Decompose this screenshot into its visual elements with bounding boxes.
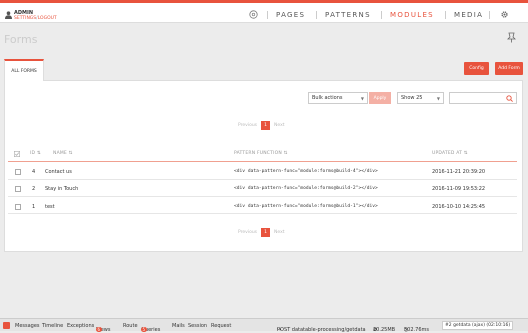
ajax-request-select[interactable]: #2 getdata (ajax) (02:10:16) bbox=[442, 321, 514, 330]
chevron-down-icon: ▼ bbox=[436, 96, 440, 101]
page-title: Forms bbox=[4, 33, 38, 46]
search-input[interactable] bbox=[449, 92, 504, 104]
check-icon bbox=[14, 151, 21, 158]
top-navigation-bar: ADMIN SETTINGS/LOGOUT PAGES PATTERNS MOD… bbox=[0, 3, 528, 23]
row-checkbox[interactable] bbox=[15, 169, 21, 175]
nav-separator bbox=[489, 11, 490, 19]
memory-text: 20.25MB bbox=[373, 327, 396, 333]
sort-icon: ⇅ bbox=[68, 151, 73, 156]
account-links: SETTINGS/LOGOUT bbox=[14, 16, 57, 21]
nav-media[interactable]: MEDIA bbox=[454, 11, 483, 19]
settings-link[interactable]: SETTINGS bbox=[14, 16, 36, 21]
updated-header-label: UPDATED AT bbox=[432, 151, 463, 156]
debug-tab-mails[interactable]: Mails bbox=[172, 323, 185, 329]
next-page-link[interactable]: Next bbox=[274, 230, 284, 235]
row-pattern-function: <div data-pattern-func="module:forms@bui… bbox=[234, 186, 378, 191]
row-pattern-function: <div data-pattern-func="module:forms@bui… bbox=[234, 169, 378, 174]
nav-separator bbox=[267, 11, 268, 19]
nav-modules[interactable]: MODULES bbox=[390, 11, 434, 19]
debug-tab-session[interactable]: Session bbox=[188, 323, 207, 329]
debug-bar: Messages Timeline Exceptions Views 6 Rou… bbox=[0, 318, 528, 333]
nav-separator bbox=[381, 11, 382, 19]
page-1-button[interactable]: 1 bbox=[261, 228, 271, 237]
search-icon bbox=[506, 95, 513, 102]
pattern-header-label: PATTERN FUNCTION bbox=[234, 151, 282, 156]
page-size-value: Show 25 bbox=[401, 95, 423, 101]
user-icon bbox=[5, 11, 12, 19]
sort-icon: ⇅ bbox=[283, 151, 288, 156]
row-updated-at: 2016-11-21 20:39:20 bbox=[432, 169, 486, 175]
forms-panel bbox=[4, 80, 523, 252]
row-name: Stay in Touch bbox=[45, 186, 79, 192]
page-1-button[interactable]: 1 bbox=[261, 121, 271, 130]
search-button[interactable] bbox=[503, 92, 517, 104]
page-size-select[interactable]: Show 25 ▼ bbox=[397, 92, 444, 104]
debugbar-logo-icon[interactable] bbox=[3, 322, 10, 329]
debug-tab-timeline[interactable]: Timeline bbox=[42, 323, 63, 329]
config-button[interactable]: Config bbox=[464, 62, 489, 75]
column-header-name[interactable]: NAME ⇅ bbox=[53, 151, 73, 156]
header-divider bbox=[8, 161, 517, 162]
row-divider bbox=[8, 179, 517, 180]
column-header-updated-at[interactable]: UPDATED AT ⇅ bbox=[432, 151, 468, 156]
nav-pages[interactable]: PAGES bbox=[276, 11, 305, 19]
row-checkbox[interactable] bbox=[15, 204, 21, 210]
column-header-pattern-function[interactable]: PATTERN FUNCTION ⇅ bbox=[234, 151, 288, 156]
debug-tab-route[interactable]: Route bbox=[123, 323, 138, 329]
row-id: 2 bbox=[32, 186, 36, 192]
time-text: 502.76ms bbox=[404, 327, 429, 333]
pagination-bottom: Previous 1 Next bbox=[238, 228, 285, 237]
row-checkbox[interactable] bbox=[15, 186, 21, 192]
queries-count-badge: 5 bbox=[141, 327, 147, 332]
row-pattern-function: <div data-pattern-func="module:forms@bui… bbox=[234, 204, 378, 209]
logout-link[interactable]: LOGOUT bbox=[38, 16, 57, 21]
row-updated-at: 2016-10-10 14:25:45 bbox=[432, 204, 486, 210]
bulk-actions-select[interactable]: Bulk actions ▼ bbox=[308, 92, 368, 104]
pagination-top: Previous 1 Next bbox=[238, 121, 285, 130]
sort-icon: ⇅ bbox=[463, 151, 468, 156]
row-updated-at: 2016-11-09 19:53:22 bbox=[432, 186, 486, 192]
column-header-id[interactable]: ID ⇅ bbox=[30, 151, 41, 156]
id-header-label: ID bbox=[30, 151, 36, 156]
previous-page-link[interactable]: Previous bbox=[238, 123, 257, 128]
add-form-button[interactable]: Add Form bbox=[495, 62, 523, 75]
row-id: 1 bbox=[32, 204, 36, 210]
previous-page-link[interactable]: Previous bbox=[238, 230, 257, 235]
name-header-label: NAME bbox=[53, 151, 67, 156]
gear-icon[interactable] bbox=[500, 10, 509, 19]
row-divider bbox=[8, 196, 517, 197]
tab-all-forms[interactable]: ALL FORMS bbox=[4, 59, 44, 81]
debug-tab-exceptions[interactable]: Exceptions bbox=[67, 323, 94, 329]
chevron-down-icon: ▼ bbox=[360, 96, 364, 101]
dashboard-icon[interactable] bbox=[249, 10, 258, 19]
nav-patterns[interactable]: PATTERNS bbox=[325, 11, 371, 19]
request-info-text: POST datatable-processing/getdata bbox=[277, 327, 366, 333]
row-name: Contact us bbox=[45, 169, 72, 175]
debug-tab-request[interactable]: Request bbox=[211, 323, 231, 329]
nav-separator bbox=[316, 11, 317, 19]
views-count-badge: 6 bbox=[96, 327, 102, 332]
nav-separator bbox=[445, 11, 446, 19]
row-id: 4 bbox=[32, 169, 36, 175]
pin-icon[interactable] bbox=[507, 32, 516, 43]
sort-icon: ⇅ bbox=[36, 151, 41, 156]
select-all-checkbox[interactable] bbox=[14, 151, 21, 159]
next-page-link[interactable]: Next bbox=[274, 123, 284, 128]
row-name: test bbox=[45, 204, 55, 210]
row-divider bbox=[8, 213, 517, 214]
apply-button[interactable]: Apply bbox=[369, 92, 391, 104]
debug-tab-messages[interactable]: Messages bbox=[15, 323, 40, 329]
bulk-actions-value: Bulk actions bbox=[312, 95, 343, 101]
